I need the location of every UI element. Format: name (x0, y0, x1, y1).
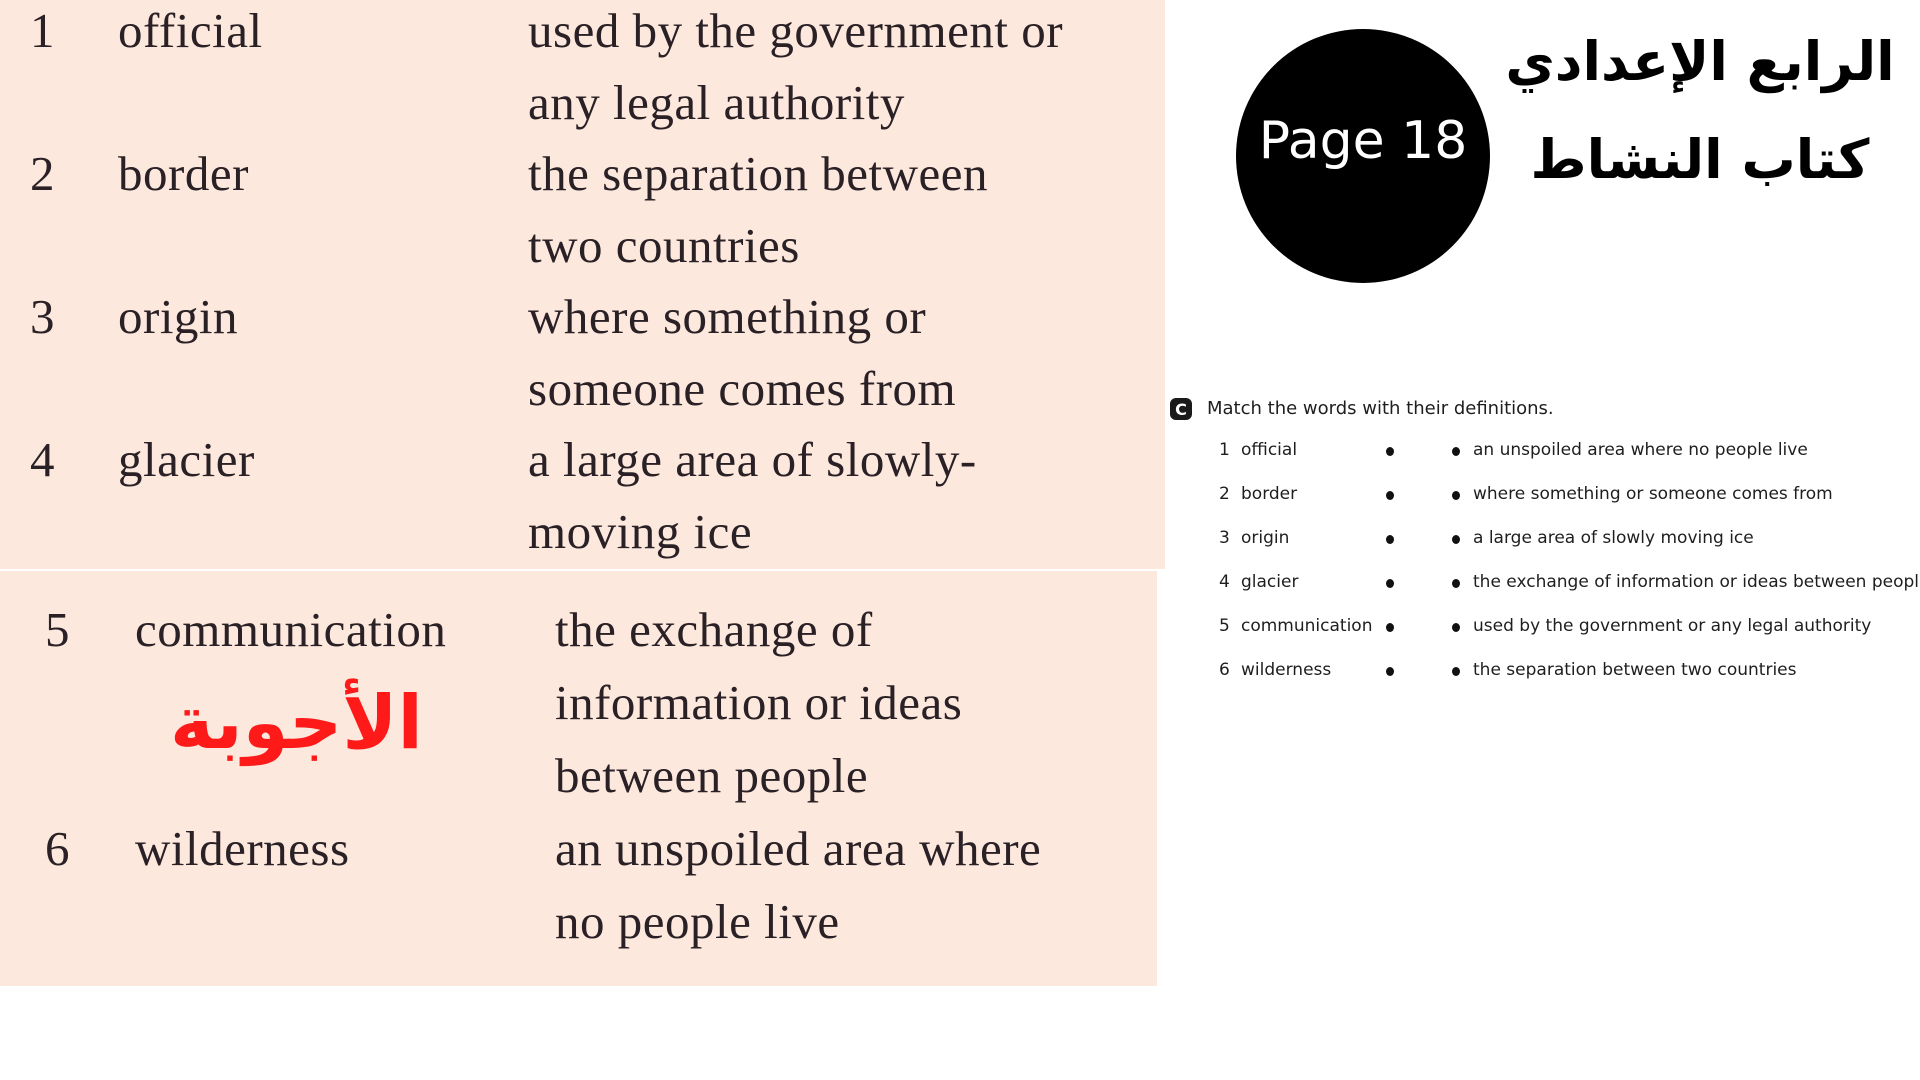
match-dot-left[interactable] (1386, 447, 1394, 456)
answer-word: origin (118, 289, 239, 344)
match-dot-right[interactable] (1452, 667, 1460, 676)
row-word: border (1241, 484, 1298, 504)
match-dot-right[interactable] (1452, 535, 1460, 544)
answer-definition: between people (555, 748, 869, 803)
row-definition: the separation between two countries (1473, 660, 1797, 680)
row-number: 5 (1219, 616, 1230, 636)
answer-number: 1 (30, 3, 55, 58)
answer-definition: an unspoiled area where (555, 821, 1042, 876)
exercise-instruction: Match the words with their definitions. (1207, 398, 1554, 419)
answer-number: 5 (45, 602, 70, 657)
page-badge: Page 18 (1236, 29, 1490, 283)
row-number: 6 (1219, 660, 1230, 680)
exercise-badge: C (1170, 398, 1192, 420)
row-word: official (1241, 440, 1298, 460)
answer-definition: where something or (528, 289, 927, 344)
match-dot-right[interactable] (1452, 579, 1460, 588)
answer-word: wilderness (135, 821, 350, 876)
answer-definition: someone comes from (528, 360, 957, 416)
match-dot-left[interactable] (1386, 491, 1394, 500)
match-dot-right[interactable] (1452, 623, 1460, 632)
answer-definition: used by the government or (528, 3, 1064, 58)
page-label: Page 18 (1258, 111, 1468, 171)
row-word: communication (1241, 616, 1373, 636)
row-definition: where something or someone comes from (1473, 484, 1833, 504)
grade-title: الرابع الإعدادي (1505, 30, 1895, 93)
book-title: كتاب النشاط (1530, 128, 1870, 191)
row-definition: the exchange of information or ideas bet… (1473, 572, 1920, 592)
match-dot-right[interactable] (1452, 491, 1460, 500)
row-number: 2 (1219, 484, 1230, 504)
answer-definition: the exchange of (555, 602, 873, 657)
row-word: glacier (1241, 572, 1299, 592)
answer-number: 4 (30, 432, 55, 487)
row-number: 1 (1219, 440, 1230, 460)
row-number: 3 (1219, 528, 1230, 548)
answer-definition: information or ideas (555, 675, 963, 730)
answer-definition: a large area of slowly- (528, 432, 977, 487)
answers-label: الأجوبة (170, 680, 423, 766)
answer-number: 6 (45, 821, 70, 876)
row-number: 4 (1219, 572, 1230, 592)
answer-definition: any legal authority (528, 74, 905, 130)
row-word: origin (1241, 528, 1290, 548)
answer-number: 2 (30, 146, 55, 201)
match-dot-left[interactable] (1386, 535, 1394, 544)
answer-definition: the separation between (528, 146, 988, 201)
answer-word: official (118, 3, 263, 58)
answer-word: border (118, 146, 249, 201)
row-definition: an unspoiled area where no people live (1473, 440, 1808, 460)
answer-word: glacier (118, 432, 255, 487)
answer-number: 3 (30, 289, 55, 344)
match-dot-left[interactable] (1386, 623, 1394, 632)
match-dot-left[interactable] (1386, 579, 1394, 588)
answer-definition: no people live (555, 894, 840, 949)
answer-definition: moving ice (528, 503, 753, 559)
match-dot-left[interactable] (1386, 667, 1394, 676)
answer-definition: two countries (528, 217, 800, 273)
match-dot-right[interactable] (1452, 447, 1460, 456)
row-definition: used by the government or any legal auth… (1473, 616, 1872, 636)
answer-word: communication (135, 602, 447, 657)
row-definition: a large area of slowly moving ice (1473, 528, 1754, 548)
row-word: wilderness (1241, 660, 1332, 680)
